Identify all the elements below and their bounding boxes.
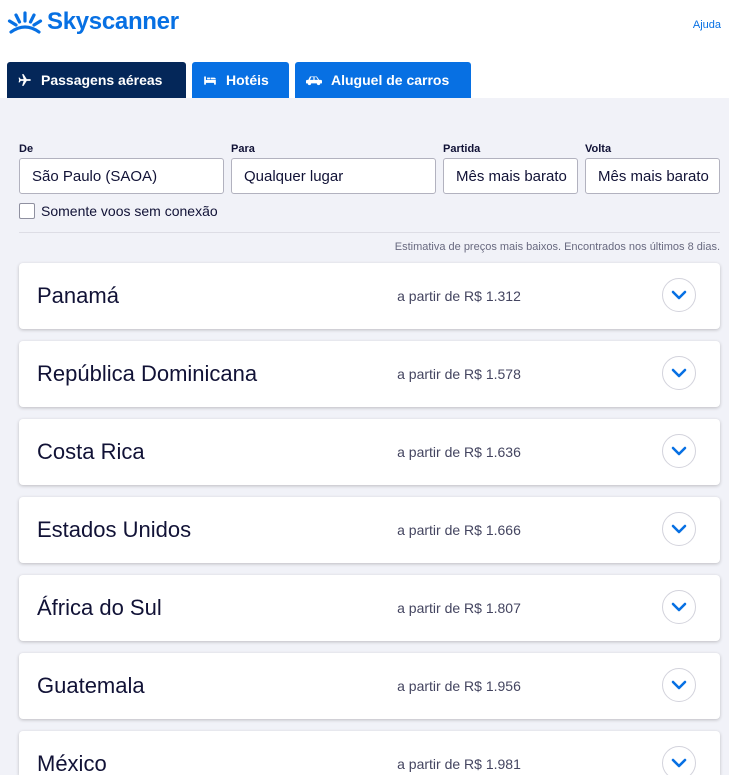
direct-only-checkbox[interactable] bbox=[19, 203, 35, 219]
chevron-down-icon bbox=[671, 368, 687, 378]
expand-button[interactable] bbox=[662, 512, 696, 546]
expand-button[interactable] bbox=[662, 356, 696, 390]
result-price: a partir de R$ 1.956 bbox=[397, 678, 521, 694]
direct-only-option[interactable]: Somente voos sem conexão bbox=[19, 203, 218, 219]
brand-name: Skyscanner bbox=[47, 8, 179, 35]
sunrise-logo-icon bbox=[7, 11, 43, 34]
to-label: Para bbox=[231, 143, 255, 155]
chevron-down-icon bbox=[671, 446, 687, 456]
result-card[interactable]: África do Sul a partir de R$ 1.807 bbox=[19, 575, 720, 641]
result-destination: México bbox=[37, 751, 107, 775]
tab-car-hire[interactable]: Aluguel de carros bbox=[295, 62, 471, 98]
result-destination: Guatemala bbox=[37, 673, 145, 698]
chevron-down-icon bbox=[671, 680, 687, 690]
return-label: Volta bbox=[585, 143, 612, 155]
vertical-tabs: Passagens aéreas Hotéis Aluguel de carro… bbox=[0, 62, 729, 98]
return-input[interactable]: Mês mais barato bbox=[585, 158, 720, 194]
result-card[interactable]: Costa Rica a partir de R$ 1.636 bbox=[19, 419, 720, 485]
from-input[interactable]: São Paulo (SAOA) bbox=[19, 158, 224, 194]
chevron-down-icon bbox=[671, 758, 687, 768]
result-price: a partir de R$ 1.578 bbox=[397, 366, 521, 382]
skyscanner-logo[interactable]: Skyscanner bbox=[7, 8, 179, 36]
tab-car-hire-label: Aluguel de carros bbox=[331, 72, 450, 88]
divider bbox=[19, 232, 720, 233]
result-card[interactable]: Estados Unidos a partir de R$ 1.666 bbox=[19, 497, 720, 563]
tab-hotels-label: Hotéis bbox=[226, 72, 269, 88]
result-card[interactable]: México a partir de R$ 1.981 bbox=[19, 731, 720, 775]
header: Skyscanner Ajuda bbox=[0, 0, 729, 62]
depart-input[interactable]: Mês mais barato bbox=[443, 158, 578, 194]
result-price: a partir de R$ 1.807 bbox=[397, 600, 521, 616]
result-card[interactable]: República Dominicana a partir de R$ 1.57… bbox=[19, 341, 720, 407]
chevron-down-icon bbox=[671, 602, 687, 612]
expand-button[interactable] bbox=[662, 278, 696, 312]
car-icon bbox=[306, 76, 322, 85]
result-destination: Costa Rica bbox=[37, 439, 145, 464]
from-label: De bbox=[19, 143, 34, 155]
result-card[interactable]: Guatemala a partir de R$ 1.956 bbox=[19, 653, 720, 719]
result-destination: República Dominicana bbox=[37, 361, 258, 386]
result-destination: África do Sul bbox=[37, 595, 162, 620]
tab-flights-label: Passagens aéreas bbox=[41, 72, 163, 88]
expand-button[interactable] bbox=[662, 434, 696, 468]
direct-only-label[interactable]: Somente voos sem conexão bbox=[41, 203, 218, 219]
result-card[interactable]: Panamá a partir de R$ 1.312 bbox=[19, 263, 720, 329]
tab-hotels[interactable]: Hotéis bbox=[192, 62, 289, 98]
airplane-icon bbox=[18, 74, 31, 86]
result-destination: Estados Unidos bbox=[37, 517, 192, 542]
expand-button[interactable] bbox=[662, 668, 696, 702]
chevron-down-icon bbox=[671, 290, 687, 300]
to-input[interactable]: Qualquer lugar bbox=[231, 158, 436, 194]
result-destination: Panamá bbox=[37, 283, 119, 308]
result-price: a partir de R$ 1.636 bbox=[397, 444, 521, 460]
bed-icon bbox=[204, 76, 216, 85]
tab-flights[interactable]: Passagens aéreas bbox=[7, 62, 186, 98]
estimate-note: Estimativa de preços mais baixos. Encont… bbox=[394, 241, 720, 253]
expand-button[interactable] bbox=[662, 590, 696, 624]
result-price: a partir de R$ 1.981 bbox=[397, 756, 521, 772]
result-price: a partir de R$ 1.312 bbox=[397, 288, 521, 304]
depart-label: Partida bbox=[443, 143, 481, 155]
chevron-down-icon bbox=[671, 524, 687, 534]
help-link[interactable]: Ajuda bbox=[693, 19, 721, 31]
result-price: a partir de R$ 1.666 bbox=[397, 522, 521, 538]
expand-button[interactable] bbox=[662, 746, 696, 775]
